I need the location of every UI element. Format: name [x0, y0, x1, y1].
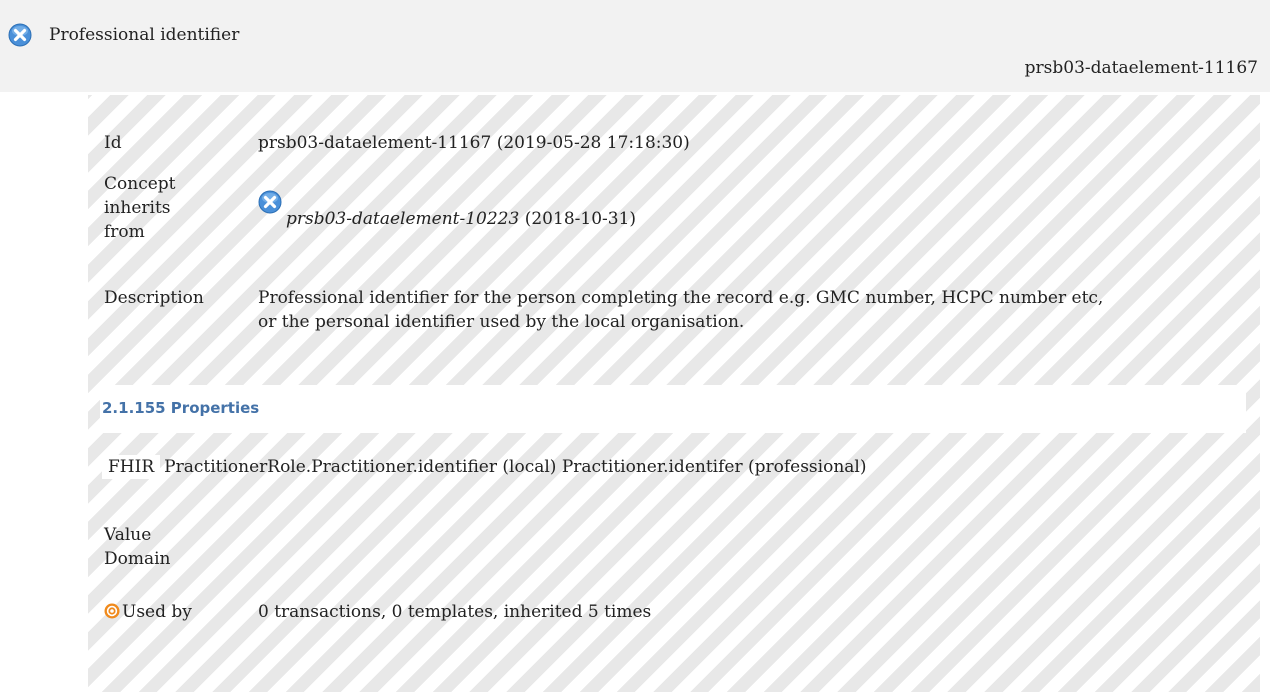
description-line2: or the personal identifier used by the l…	[258, 312, 745, 332]
used-by-label: Used by	[104, 600, 192, 624]
detail-panel: Id prsb03-dataelement-11167 (2019-05-28 …	[88, 95, 1260, 692]
page-title: Professional identifier	[49, 25, 240, 45]
fhir-row: FHIR PractitionerRole.Practitioner.identi…	[102, 455, 1250, 479]
description-line1: Professional identifier for the person c…	[258, 288, 1104, 308]
properties-section-header: 2.1.155 Properties	[100, 385, 1246, 433]
concept-label-line1: Concept	[104, 174, 176, 194]
used-by-value: 0 transactions, 0 templates, inherited 5…	[258, 602, 652, 622]
used-by-label-text: Used by	[122, 602, 192, 622]
concept-label: Concept inherits from	[104, 172, 176, 244]
page-header: Professional identifier prsb03-dataeleme…	[0, 0, 1270, 92]
description-label: Description	[104, 288, 204, 308]
value-domain-label-line2: Domain	[104, 549, 171, 569]
status-x-icon	[258, 190, 282, 214]
fhir-label: FHIR	[102, 455, 161, 479]
properties-heading: 2.1.155 Properties	[102, 399, 260, 417]
fhir-value: PractitionerRole.Practitioner.identifier…	[164, 457, 867, 477]
concept-date: (2018-10-31)	[524, 209, 637, 229]
concept-label-line2: inherits	[104, 198, 171, 218]
concept-ref-link[interactable]: prsb03-dataelement-10223	[286, 209, 519, 229]
element-id-ref: prsb03-dataelement-11167	[1024, 58, 1258, 78]
status-x-icon	[8, 23, 32, 47]
target-icon	[104, 602, 120, 619]
concept-value: prsb03-dataelement-10223 (2018-10-31)	[258, 190, 1250, 231]
id-value: prsb03-dataelement-11167 (2019-05-28 17:…	[258, 133, 690, 153]
id-label: Id	[104, 133, 122, 153]
description-value: Professional identifier for the person c…	[258, 286, 1250, 334]
value-domain-label: Value Domain	[104, 523, 171, 571]
concept-label-line3: from	[104, 222, 145, 242]
value-domain-label-line1: Value	[104, 525, 152, 545]
